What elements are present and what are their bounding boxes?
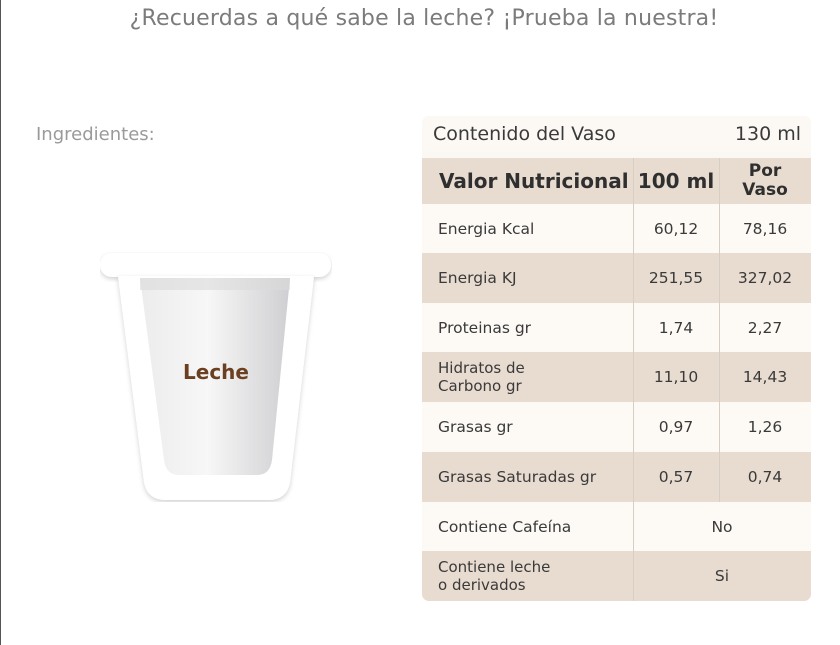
value-per-100ml: 60,12: [653, 219, 699, 238]
value-per-100ml: 0,57: [658, 468, 694, 486]
table-row: Hidratos de Carbono gr 11,10 14,43: [422, 352, 811, 402]
value-per-glass: 327,02: [737, 269, 793, 287]
page-headline: ¿Recuerdas a qué sabe la leche? ¡Prueba …: [129, 6, 719, 31]
table-header-row: Valor Nutricional 100 ml Por Vaso: [422, 158, 811, 204]
dairy-label-text: Contiene leche o derivados: [438, 558, 551, 594]
cup-illustration: Leche: [100, 252, 332, 502]
dairy-label: Contiene leche o derivados: [422, 551, 633, 601]
nutrient-name-text: Hidratos de Carbono gr: [438, 359, 525, 395]
value-per-glass: 0,74: [747, 468, 783, 486]
header-per-100ml: 100 ml: [637, 169, 715, 193]
table-row: Contiene leche o derivados Si: [422, 551, 811, 601]
value-per-100ml: 251,55: [648, 269, 704, 287]
table-row: Energia Kcal 60,12 78,16: [422, 204, 811, 253]
nutrient-name: Grasas gr: [438, 418, 513, 436]
header-per-glass-text: Por Vaso: [742, 161, 788, 200]
table-row: Proteinas gr 1,74 2,27: [422, 303, 811, 352]
dairy-value: Si: [714, 567, 730, 585]
nutrient-name: Energia Kcal: [438, 219, 535, 238]
cup-content-label: Leche: [183, 360, 249, 384]
nutrient-name: Hidratos de Carbono gr: [422, 352, 633, 402]
table-row: Grasas Saturadas gr 0,57 0,74: [422, 452, 811, 502]
nutrient-name: Grasas Saturadas gr: [438, 468, 597, 486]
value-per-100ml: 11,10: [653, 368, 699, 386]
caffeine-value: No: [711, 517, 733, 536]
value-per-100ml: 1,74: [658, 318, 694, 337]
table-row: Energia KJ 251,55 327,02: [422, 253, 811, 303]
container-value: 130 ml: [734, 123, 801, 145]
table-row: Grasas gr 0,97 1,26: [422, 402, 811, 452]
header-per-glass: Por Vaso: [719, 158, 811, 204]
value-per-100ml: 0,97: [658, 418, 694, 436]
value-per-glass: 2,27: [747, 318, 783, 337]
header-nutrition: Valor Nutricional: [439, 169, 629, 193]
nutrient-name: Proteinas gr: [438, 318, 532, 337]
container-label: Contenido del Vaso: [433, 123, 616, 145]
page-left-border: [0, 0, 1, 645]
container-row: Contenido del Vaso 130 ml: [422, 116, 811, 152]
nutrition-table: Contenido del Vaso 130 ml Valor Nutricio…: [422, 116, 811, 601]
caffeine-label: Contiene Cafeína: [438, 517, 572, 536]
value-per-glass: 14,43: [742, 368, 788, 386]
value-per-glass: 78,16: [742, 219, 788, 238]
value-per-glass: 1,26: [747, 418, 783, 436]
ingredients-label: Ingredientes:: [36, 124, 155, 145]
nutrient-name: Energia KJ: [438, 269, 517, 287]
table-row: Contiene Cafeína No: [422, 502, 811, 551]
